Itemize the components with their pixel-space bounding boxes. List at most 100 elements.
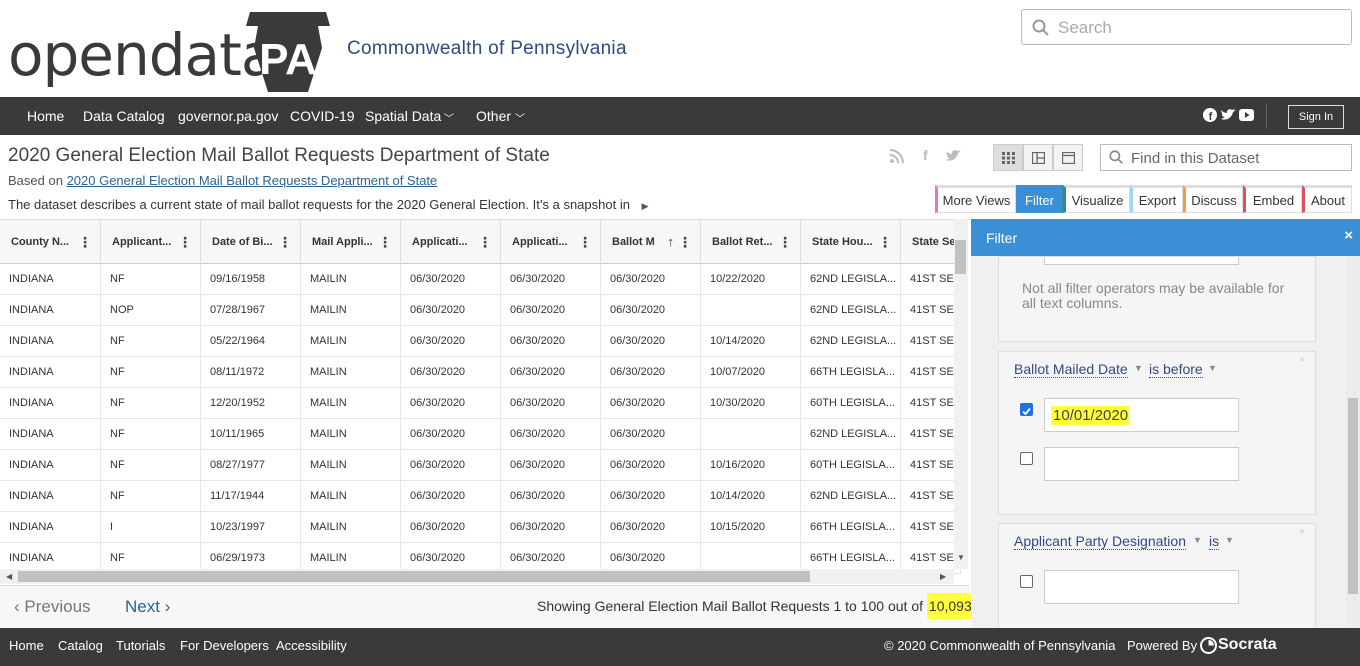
column-header[interactable]: Date of Bi... ⋮ bbox=[201, 220, 301, 264]
nav-spatial-data[interactable]: Spatial Data bbox=[365, 108, 441, 124]
dropdown-arrow-icon[interactable]: ▼ bbox=[1134, 363, 1143, 373]
facebook-icon[interactable]: f bbox=[1203, 108, 1217, 122]
table-cell: 12/20/1952 bbox=[201, 388, 301, 419]
table-row[interactable]: INDIANA NF 12/20/1952 MAILIN 06/30/2020 06/30… bbox=[0, 388, 961, 419]
next-page-button[interactable]: Next › bbox=[125, 597, 170, 617]
column-menu-icon[interactable]: ⋮ bbox=[278, 220, 292, 264]
scroll-right-arrow-icon[interactable]: ▶ bbox=[940, 572, 946, 581]
column-header[interactable]: County N... ⋮ bbox=[0, 220, 101, 264]
tab-more-views[interactable]: More Views bbox=[935, 185, 1016, 213]
facebook-share-icon[interactable]: f bbox=[923, 147, 928, 163]
dropdown-arrow-icon[interactable]: ▼ bbox=[1193, 535, 1202, 545]
table-row[interactable]: INDIANA NF 09/16/1958 MAILIN 06/30/2020 06/30… bbox=[0, 264, 961, 295]
table-row[interactable]: INDIANA NOP 07/28/1967 MAILIN 06/30/2020 06/3… bbox=[0, 295, 961, 326]
list-view-button[interactable] bbox=[1023, 144, 1053, 171]
filter-value-input-1[interactable]: 10/01/2020 bbox=[1044, 398, 1239, 432]
close-icon[interactable]: × bbox=[1344, 227, 1353, 244]
footer-link-developers[interactable]: For Developers bbox=[180, 638, 269, 653]
based-on-link[interactable]: 2020 General Election Mail Ballot Reques… bbox=[67, 173, 438, 188]
filter-value-input-2[interactable] bbox=[1044, 447, 1239, 481]
tab-embed[interactable]: Embed bbox=[1243, 185, 1302, 213]
site-logo-text[interactable]: opendata bbox=[8, 20, 276, 90]
expand-caret-icon[interactable]: ▶ bbox=[642, 201, 649, 211]
column-menu-icon[interactable]: ⋮ bbox=[78, 220, 92, 264]
column-header-label: State Se bbox=[912, 236, 956, 248]
nav-governor[interactable]: governor.pa.gov bbox=[178, 108, 278, 124]
tab-visualize[interactable]: Visualize bbox=[1063, 185, 1130, 213]
keystone-logo-icon[interactable]: PA bbox=[246, 12, 330, 92]
column-menu-icon[interactable]: ⋮ bbox=[778, 220, 792, 264]
column-header[interactable]: Ballot M ↑ ⋮ bbox=[601, 220, 701, 264]
nav-data-catalog[interactable]: Data Catalog bbox=[83, 108, 165, 124]
scroll-down-arrow-icon[interactable]: ▼ bbox=[957, 553, 965, 562]
filter-value-input-3[interactable] bbox=[1044, 570, 1239, 604]
footer-link-accessibility[interactable]: Accessibility bbox=[276, 638, 347, 653]
filter-value-checkbox-2[interactable] bbox=[1020, 452, 1033, 465]
tab-discuss[interactable]: Discuss bbox=[1183, 185, 1243, 213]
remove-filter-icon[interactable]: × bbox=[1299, 526, 1305, 538]
nav-home[interactable]: Home bbox=[27, 108, 64, 124]
column-menu-icon[interactable]: ⋮ bbox=[578, 220, 592, 264]
column-menu-icon[interactable]: ⋮ bbox=[678, 220, 692, 264]
remove-filter-icon[interactable]: × bbox=[1299, 354, 1305, 366]
find-in-dataset-input[interactable]: Find in this Dataset bbox=[1100, 144, 1352, 171]
dataset-description-text: The dataset describes a current state of… bbox=[8, 197, 630, 212]
grid-vertical-scroll-thumb[interactable] bbox=[955, 240, 966, 274]
column-header[interactable]: Mail Appli... ⋮ bbox=[301, 220, 401, 264]
filter-value-checkbox-3[interactable] bbox=[1020, 575, 1033, 588]
rss-icon[interactable] bbox=[890, 149, 904, 163]
column-header[interactable]: Ballot Ret... ⋮ bbox=[701, 220, 801, 264]
filter-column-name[interactable]: Applicant Party Designation bbox=[1014, 533, 1186, 550]
filter-input-partial[interactable] bbox=[1044, 257, 1239, 265]
scroll-left-arrow-icon[interactable]: ◀ bbox=[6, 572, 12, 581]
footer-link-catalog[interactable]: Catalog bbox=[58, 638, 103, 653]
nav-other[interactable]: Other bbox=[476, 108, 511, 124]
filter-column-name[interactable]: Ballot Mailed Date bbox=[1014, 361, 1128, 378]
column-menu-icon[interactable]: ⋮ bbox=[178, 220, 192, 264]
previous-page-button[interactable]: ‹ Previous bbox=[14, 597, 91, 617]
table-row[interactable]: INDIANA NF 11/17/1944 MAILIN 06/30/2020 06/30… bbox=[0, 481, 961, 512]
column-menu-icon[interactable]: ⋮ bbox=[478, 220, 492, 264]
table-cell: INDIANA bbox=[0, 512, 101, 543]
table-cell: 10/11/1965 bbox=[201, 419, 301, 450]
table-row[interactable]: INDIANA NF 08/27/1977 MAILIN 06/30/2020 06/30… bbox=[0, 450, 961, 481]
column-header[interactable]: State Hou... ⋮ bbox=[801, 220, 901, 264]
tab-filter[interactable]: Filter bbox=[1016, 185, 1063, 213]
site-search-input[interactable]: Search bbox=[1021, 9, 1352, 45]
sign-in-button[interactable]: Sign In bbox=[1288, 105, 1344, 129]
sort-ascending-icon[interactable]: ↑ bbox=[668, 220, 675, 264]
nav-covid[interactable]: COVID-19 bbox=[290, 108, 355, 124]
table-row[interactable]: INDIANA I 10/23/1997 MAILIN 06/30/2020 06/30/… bbox=[0, 512, 961, 543]
page-view-button[interactable] bbox=[1053, 144, 1083, 171]
column-menu-icon[interactable]: ⋮ bbox=[378, 220, 392, 264]
filter-operator[interactable]: is bbox=[1209, 533, 1220, 550]
grid-view-button[interactable] bbox=[993, 144, 1023, 171]
youtube-icon[interactable] bbox=[1239, 109, 1254, 121]
filter-value-checkbox-1[interactable] bbox=[1020, 403, 1033, 416]
twitter-icon[interactable] bbox=[1221, 109, 1236, 121]
column-header[interactable]: State Se bbox=[901, 220, 961, 264]
socrata-brand[interactable]: Socrata bbox=[1218, 636, 1277, 654]
footer-link-home[interactable]: Home bbox=[9, 638, 44, 653]
table-row[interactable]: INDIANA NF 10/11/1965 MAILIN 06/30/2020 06/30… bbox=[0, 419, 961, 450]
tab-export[interactable]: Export bbox=[1130, 185, 1183, 213]
footer-link-tutorials[interactable]: Tutorials bbox=[116, 638, 165, 653]
table-cell: MAILIN bbox=[301, 481, 401, 512]
table-row[interactable]: INDIANA NF 05/22/1964 MAILIN 06/30/2020 06/30… bbox=[0, 326, 961, 357]
grid-horizontal-scroll-thumb[interactable] bbox=[18, 571, 810, 582]
tab-about[interactable]: About bbox=[1302, 185, 1352, 213]
twitter-share-icon[interactable] bbox=[946, 150, 961, 162]
dropdown-arrow-icon[interactable]: ▼ bbox=[1225, 535, 1234, 545]
dropdown-arrow-icon[interactable]: ▼ bbox=[1208, 363, 1217, 373]
socrata-logo-icon[interactable] bbox=[1200, 637, 1217, 654]
column-menu-icon[interactable]: ⋮ bbox=[878, 220, 892, 264]
filter-note: Not all filter operators may be availabl… bbox=[1022, 280, 1285, 311]
filter-scroll-thumb[interactable] bbox=[1348, 398, 1358, 594]
table-cell bbox=[701, 419, 801, 450]
column-header[interactable]: Applicant... ⋮ bbox=[101, 220, 201, 264]
table-cell: 08/11/1972 bbox=[201, 357, 301, 388]
filter-operator[interactable]: is before bbox=[1149, 361, 1203, 378]
column-header[interactable]: Applicati... ⋮ bbox=[401, 220, 501, 264]
table-row[interactable]: INDIANA NF 08/11/1972 MAILIN 06/30/2020 06/30… bbox=[0, 357, 961, 388]
column-header[interactable]: Applicati... ⋮ bbox=[501, 220, 601, 264]
